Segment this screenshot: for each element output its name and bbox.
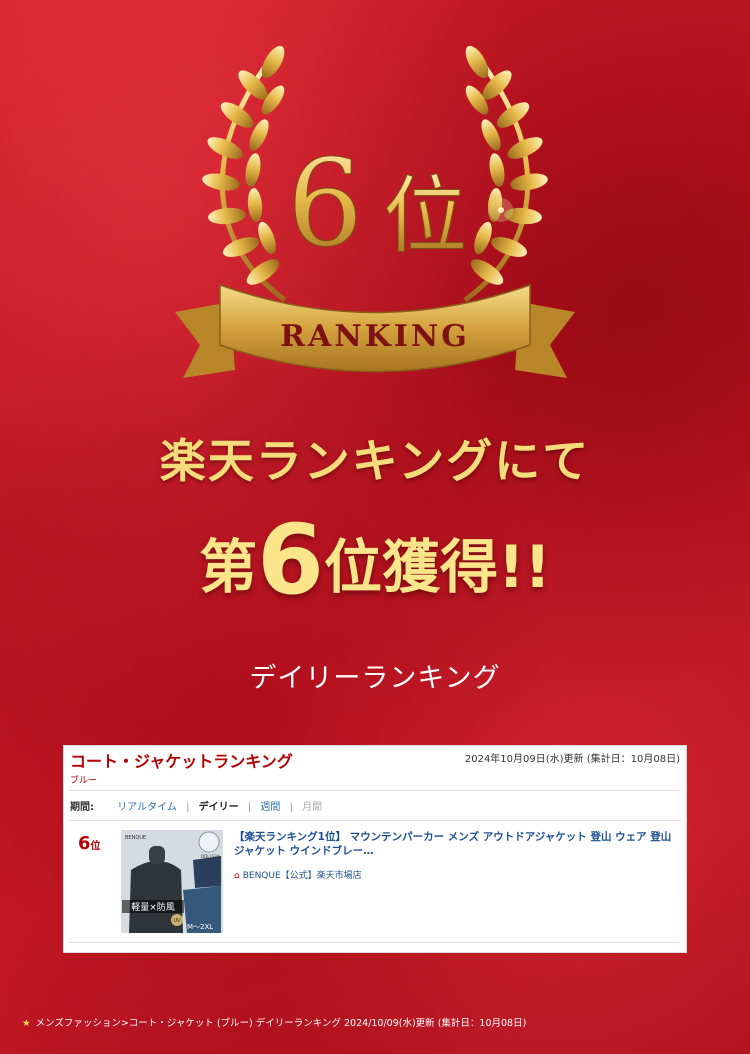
headline-rakuten-ranking: 楽天ランキングにて: [159, 434, 591, 488]
divider: [69, 942, 681, 943]
thumb-size: M〜2XL: [187, 923, 213, 931]
shop-name[interactable]: BENQUE【公式】楽天市場店: [243, 871, 362, 881]
jacket-image: 軽量×防風 BENQUE DOLLS34 UV M〜2XL: [121, 830, 223, 933]
rank-number-emblem: 6: [287, 135, 363, 274]
period-monthly-disabled: 月間: [302, 802, 323, 813]
thumb-uv: UV: [173, 918, 181, 924]
ranking-emblem: 6 位 RANKING: [175, 45, 575, 378]
headline-prefix: 第: [199, 533, 258, 601]
item-rank-number: 6: [78, 833, 91, 854]
headline-rank-acquired: 第6位獲得!!: [0, 512, 750, 608]
panel-update-date: 2024年10月09日(水)更新 (集計日：10月08日): [464, 754, 680, 765]
thumb-brand: BENQUE: [125, 835, 146, 841]
rank-suffix-emblem: 位: [383, 167, 467, 265]
product-thumbnail[interactable]: 軽量×防風 BENQUE DOLLS34 UV M〜2XL: [121, 830, 223, 933]
divider: [69, 820, 681, 821]
shop-link[interactable]: ⌂ BENQUE【公式】楽天市場店: [234, 868, 362, 881]
laurel-left-icon: [202, 45, 287, 303]
star-icon: ★: [22, 1018, 31, 1029]
item-rank: 6位: [78, 833, 101, 854]
thumb-badge: DOLLS34: [201, 854, 220, 859]
period-weekly-link[interactable]: 週間: [260, 802, 280, 813]
divider: [69, 790, 681, 791]
panel-title[interactable]: コート・ジャケットランキング: [70, 748, 293, 772]
headline-number: 6: [257, 504, 324, 616]
period-daily-current: デイリー: [198, 802, 239, 813]
laurel-right-icon: [463, 45, 548, 303]
headline-suffix: 位獲得!!: [323, 533, 551, 601]
footer-text: メンズファッション>コート・ジャケット (ブルー) デイリーランキング 2024…: [35, 1018, 527, 1029]
period-separator: |: [186, 802, 190, 813]
color-filter-label: ブルー: [70, 776, 98, 786]
item-rank-unit: 位: [90, 841, 101, 852]
daily-ranking-label: デイリーランキング: [249, 663, 501, 694]
home-icon: ⌂: [234, 871, 240, 881]
period-separator: |: [247, 802, 252, 813]
product-title-link[interactable]: 【楽天ランキング1位】 マウンテンパーカー メンズ アウトドアジャケット 登山 …: [234, 830, 680, 858]
ribbon-text: RANKING: [280, 319, 470, 354]
footer-caption: ★ メンズファッション>コート・ジャケット (ブルー) デイリーランキング 202…: [22, 1015, 526, 1029]
ranking-screenshot-panel: コート・ジャケットランキング 2024年10月09日(水)更新 (集計日：10月…: [63, 745, 687, 953]
period-selector: 期間: リアルタイム | デイリー | 週間 | 月間: [70, 798, 322, 813]
period-realtime-link[interactable]: リアルタイム: [117, 802, 177, 813]
thumb-caption: 軽量×防風: [131, 901, 175, 913]
period-separator: |: [289, 802, 293, 813]
period-label: 期間:: [70, 802, 94, 813]
